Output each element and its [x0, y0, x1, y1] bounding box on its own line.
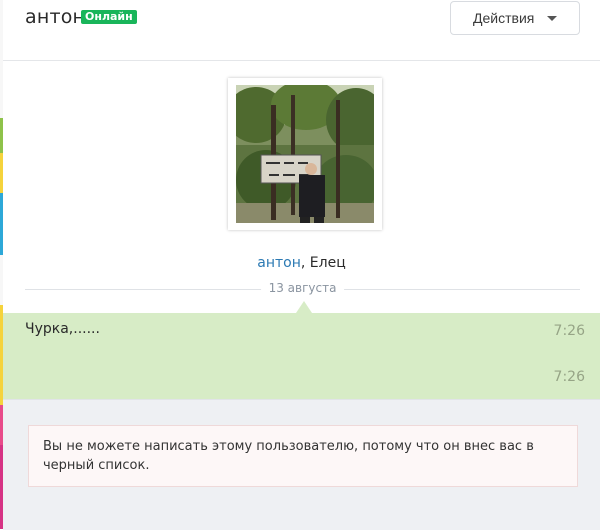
caption-separator: ,	[300, 255, 310, 271]
message-item[interactable]: 7:26	[3, 361, 600, 391]
profile-caption: антон, Елец	[3, 255, 600, 271]
message-time: 7:26	[553, 369, 585, 385]
chat-header: антон Онлайн Действия	[3, 0, 600, 61]
message-bubble-tail	[296, 301, 312, 313]
actions-button-label: Действия	[473, 10, 535, 26]
blocked-notice: Вы не можете написать этому пользователю…	[28, 425, 578, 487]
profile-city: Елец	[309, 255, 346, 271]
message-text: Чурка,......	[25, 321, 100, 337]
actions-dropdown-button[interactable]: Действия	[450, 1, 580, 35]
caret-down-icon	[547, 16, 557, 21]
profile-user-link[interactable]: антон	[257, 255, 301, 271]
profile-photo-image	[236, 85, 374, 223]
chat-panel: антон Онлайн Действия антон, Елец 13 авг…	[3, 0, 600, 530]
profile-photo-frame[interactable]	[228, 78, 382, 230]
message-time: 7:26	[553, 323, 585, 339]
date-divider: 13 августа	[25, 281, 580, 297]
message-group: Чурка,...... 7:26 7:26	[3, 313, 600, 399]
message-item[interactable]: Чурка,...... 7:26	[3, 315, 600, 345]
online-status-badge: Онлайн	[81, 10, 137, 24]
compose-area: Вы не можете написать этому пользователю…	[3, 399, 600, 530]
profile-photo[interactable]	[236, 85, 374, 223]
chat-user-name[interactable]: антон	[25, 6, 85, 28]
date-divider-label: 13 августа	[260, 281, 345, 295]
